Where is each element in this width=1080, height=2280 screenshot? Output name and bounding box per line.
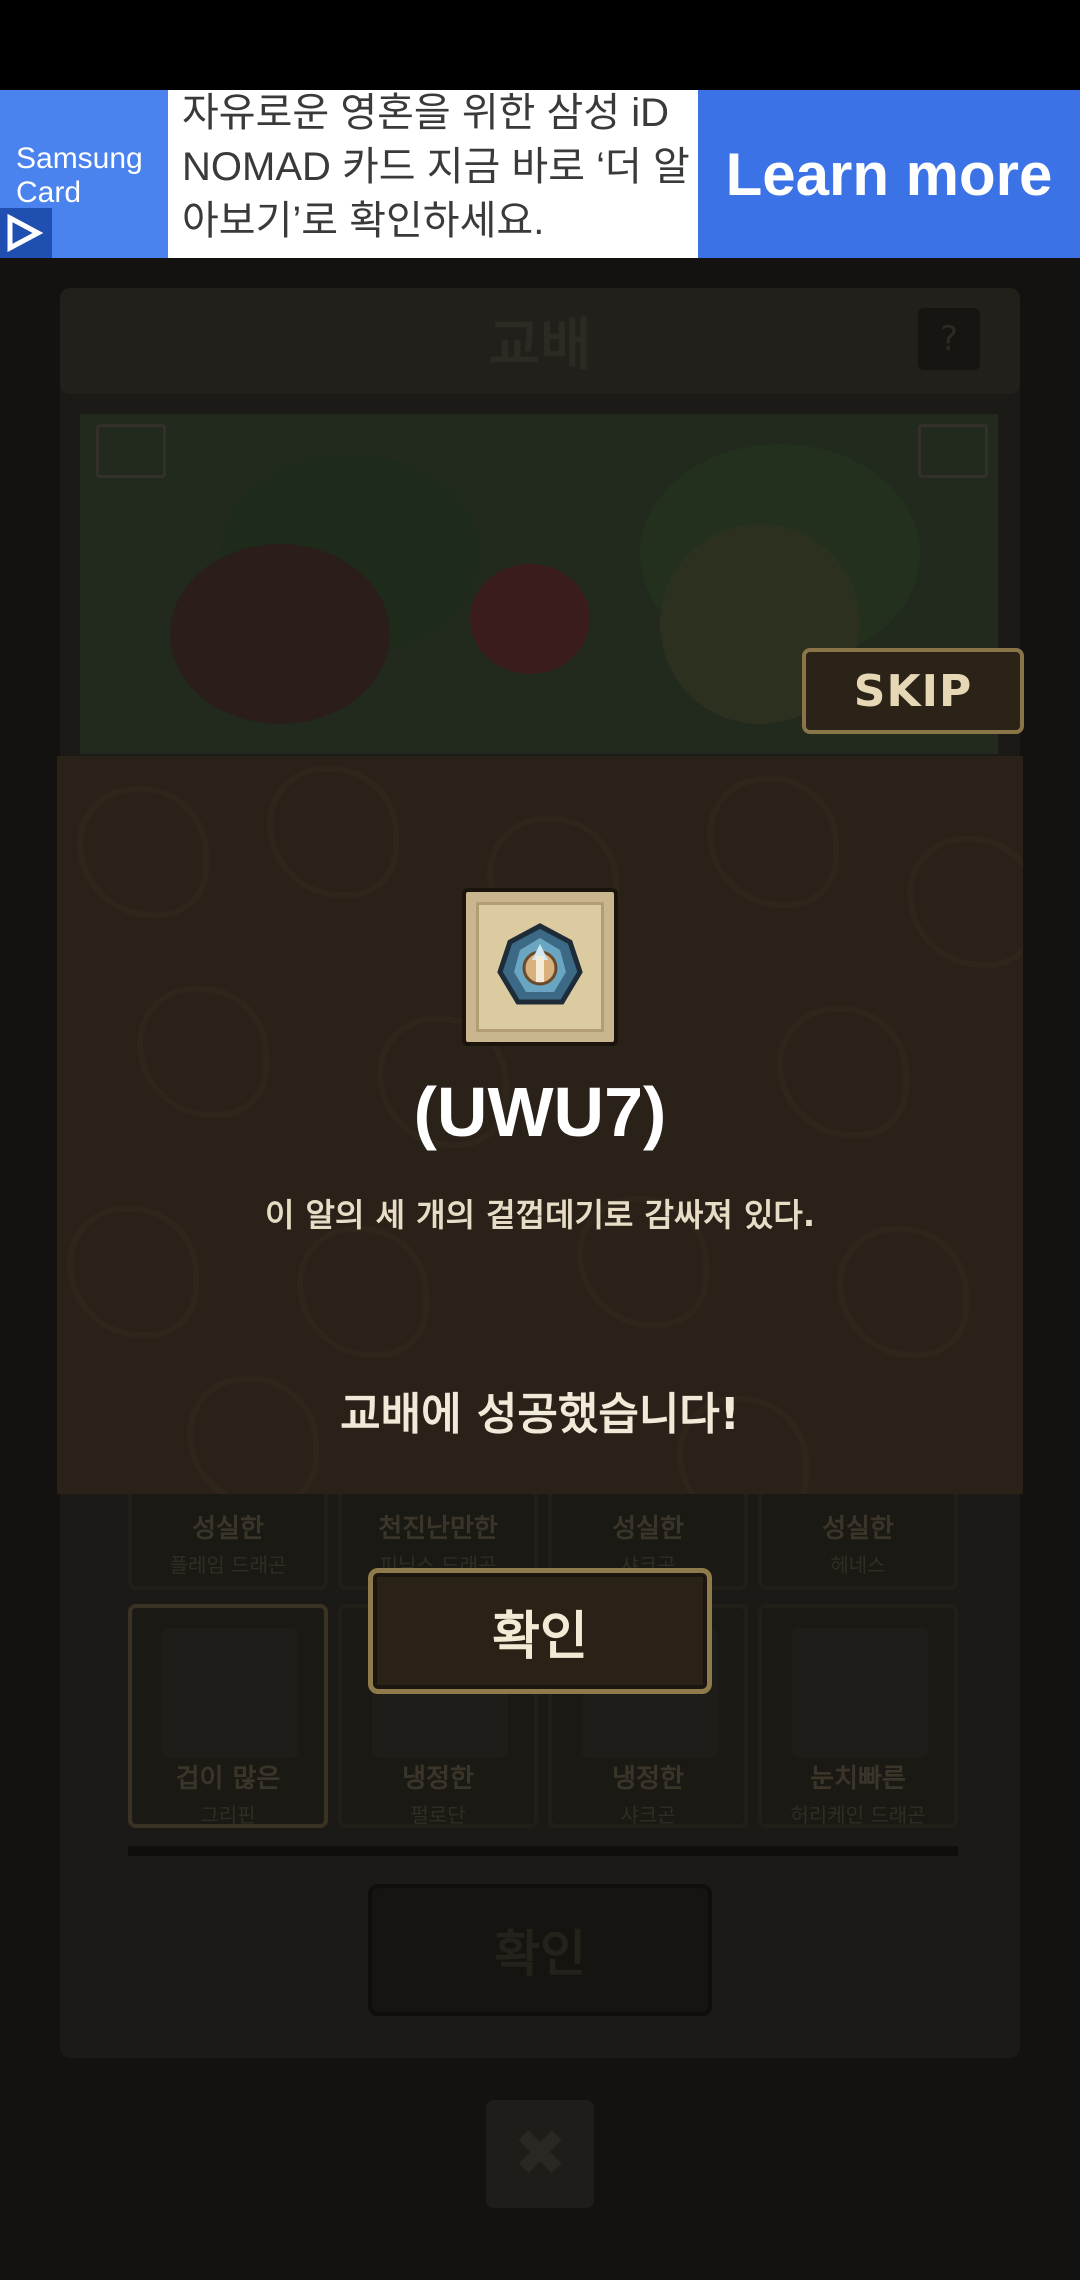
ad-brand-label: Samsung Card (16, 142, 143, 209)
close-button[interactable]: ✖ (486, 2100, 594, 2208)
ad-text: 자유로운 영혼을 위한 삼성 iD NOMAD 카드 지금 바로 ‘더 알아보기… (182, 91, 690, 243)
skip-button[interactable]: SKIP (802, 648, 1024, 734)
item-name: (UWU7) (413, 1073, 667, 1151)
dragon-card-selected[interactable]: 겁이 많은 그리핀 (128, 1604, 328, 1828)
result-message: 교배에 성공했습니다! (340, 1389, 740, 1440)
card-row-edge (128, 1846, 958, 1856)
ad-brand-panel: Samsung Card (0, 90, 168, 258)
dragon-portrait (792, 1628, 928, 1758)
ad-text-box[interactable]: 자유로운 영혼을 위한 삼성 iD NOMAD 카드 지금 바로 ‘더 알아보기… (168, 90, 698, 258)
egg-icon (490, 916, 590, 1016)
ad-learn-more-button[interactable]: Learn more (698, 90, 1080, 258)
ad-choices-icon[interactable] (0, 208, 52, 258)
dragon-left-sprite (170, 544, 390, 724)
item-description: 이 알의 세 개의 겉껍데기로 감싸져 있다. (264, 1196, 816, 1234)
dragon-card[interactable]: 눈치빠른 허리케인 드래곤 (758, 1604, 958, 1828)
parent-slot-right-icon (918, 424, 988, 478)
page-title: 교배 (488, 313, 592, 378)
ad-banner[interactable]: Samsung Card 자유로운 영혼을 위한 삼성 iD NOMAD 카드 … (0, 90, 1080, 258)
dragon-portrait (162, 1628, 298, 1758)
heart-icon (470, 564, 590, 674)
status-bar (0, 0, 1080, 90)
confirm-button[interactable]: 확인 (368, 1568, 712, 1694)
breeding-confirm-button[interactable]: 확인 (368, 1884, 712, 2016)
parent-slot-left-icon (96, 424, 166, 478)
help-button[interactable]: ? (918, 308, 980, 370)
